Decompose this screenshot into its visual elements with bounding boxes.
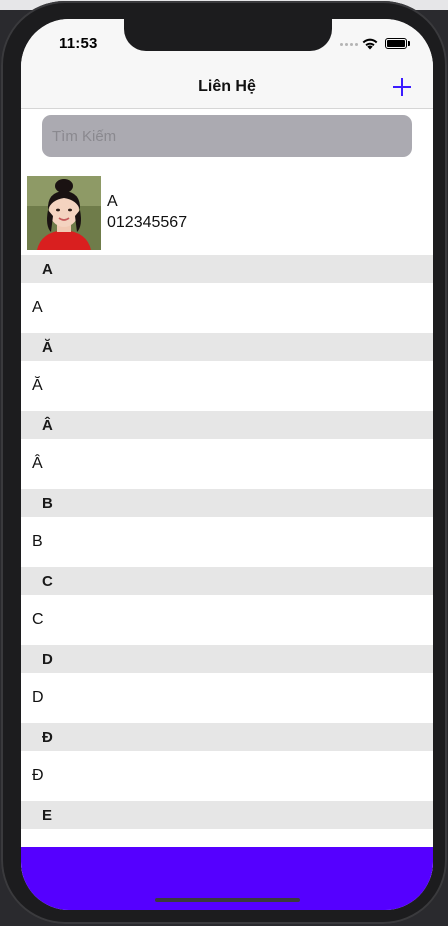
list-item-label: B (32, 533, 43, 550)
list-item-label: A (32, 299, 43, 316)
section-header: C (21, 567, 433, 595)
device-notch (124, 19, 332, 51)
section-header: Ă (21, 333, 433, 361)
list-item-label: C (32, 611, 44, 628)
list-item[interactable]: A (21, 283, 433, 333)
navigation-bar: Liên Hệ (21, 67, 433, 109)
section-header-label: A (42, 261, 53, 278)
contact-phone: 012345567 (107, 214, 188, 231)
section-header: B (21, 489, 433, 517)
section-header-label: Ă (42, 339, 53, 356)
section-header: D (21, 645, 433, 673)
app-screen: 11:53 Liên Hệ Tìm Kiếm A 012345567 A A Ă… (21, 19, 433, 910)
add-contact-button[interactable] (388, 73, 416, 101)
bottom-bar (21, 847, 433, 910)
section-header-label: E (42, 807, 53, 824)
list-item[interactable]: Ă (21, 361, 433, 411)
section-header: Â (21, 411, 433, 439)
battery-cap (408, 41, 410, 46)
section-header-label: Â (42, 417, 53, 434)
section-header: Đ (21, 723, 433, 751)
section-header-label: D (42, 651, 53, 668)
list-item[interactable]: B (21, 517, 433, 567)
list-item[interactable]: D (21, 673, 433, 723)
page-title: Liên Hệ (198, 78, 256, 95)
featured-contact[interactable]: A 012345567 (21, 173, 433, 255)
list-item-label: D (32, 689, 44, 706)
list-item-label: Ă (32, 377, 43, 394)
status-time: 11:53 (59, 35, 98, 52)
plus-icon (393, 78, 411, 96)
contact-name: A (107, 193, 118, 210)
list-item[interactable]: Â (21, 439, 433, 489)
section-header-label: C (42, 573, 53, 590)
section-header: E (21, 801, 433, 829)
search-input[interactable] (42, 115, 412, 157)
section-header-label: B (42, 495, 53, 512)
battery-icon (385, 38, 407, 49)
section-header-label: Đ (42, 729, 53, 746)
list-item[interactable]: C (21, 595, 433, 645)
contact-list: A A Ă Ă Â Â B B C C D D Đ Đ E E (21, 255, 433, 879)
list-item-label: Â (32, 455, 43, 472)
device-frame: 11:53 Liên Hệ Tìm Kiếm A 012345567 A A Ă… (1, 1, 447, 924)
search-area (21, 109, 433, 171)
avatar (27, 176, 101, 250)
home-indicator[interactable] (155, 898, 300, 902)
section-header: A (21, 255, 433, 283)
list-item-label: Đ (32, 767, 44, 784)
signal-icon (340, 43, 358, 46)
list-item[interactable]: Đ (21, 751, 433, 801)
wifi-icon (362, 38, 378, 50)
